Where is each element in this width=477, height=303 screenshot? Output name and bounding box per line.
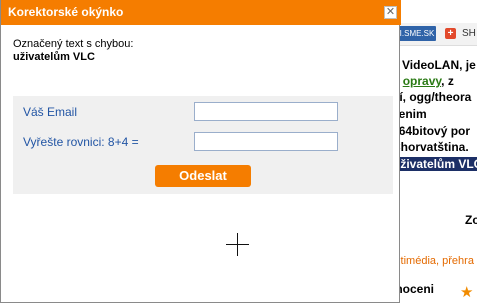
highlighted-text: uživatelům VLC (392, 157, 477, 171)
sme-badge[interactable]: I.SME.SK (398, 26, 436, 41)
category-link-prehravace[interactable]: přehra (442, 255, 474, 267)
share-label[interactable]: SH (462, 28, 476, 39)
marked-text-value: uživatelům VLC (13, 51, 95, 63)
share-plus-icon[interactable]: + (445, 28, 456, 39)
article-line-7: uživatelům VLC. (392, 157, 477, 171)
submit-button[interactable]: Odeslat (155, 165, 251, 187)
opravy-link[interactable]: opravy (403, 74, 441, 88)
right-label: Zo (465, 213, 477, 227)
equation-label: Vyřešte rovnici: 8+4 = (23, 135, 139, 149)
email-field[interactable] (194, 102, 338, 121)
crosshair-cursor-icon (226, 233, 249, 256)
dialog-title: Korektorské okýnko (8, 5, 124, 19)
proofreading-dialog: Korektorské okýnko ✕ Označený text s chy… (0, 0, 401, 303)
form-panel: Váš Email Vyřešte rovnici: 8+4 = Odeslat (13, 96, 393, 194)
article-line-5: i 64bitový por (392, 124, 471, 138)
article-line-6: Chorvatština. (392, 140, 469, 154)
email-label: Váš Email (23, 105, 78, 119)
article-line-2: o opravy, z (392, 74, 454, 88)
article-line-1: ý VideoLAN, je (392, 58, 476, 72)
category-links: ultimédia, přehra (392, 255, 474, 267)
article-line-3: ní, ogg/theora (392, 90, 472, 104)
marked-text-label: Označený text s chybou: (13, 38, 134, 50)
close-icon[interactable]: ✕ (384, 6, 397, 19)
star-icon[interactable]: ★ (460, 283, 473, 301)
dialog-titlebar[interactable]: Korektorské okýnko ✕ (1, 0, 401, 25)
equation-answer-field[interactable] (194, 132, 338, 151)
